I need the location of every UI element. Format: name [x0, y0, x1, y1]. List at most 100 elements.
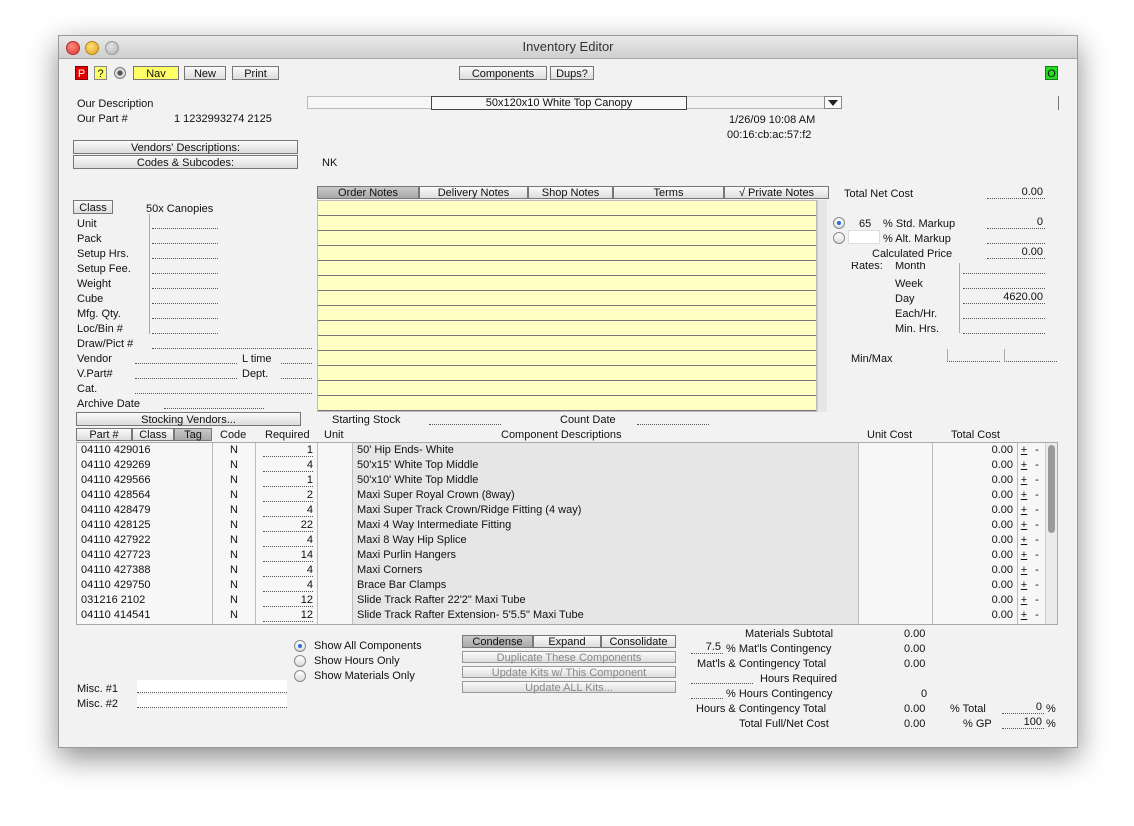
description-cell[interactable]: Brace Bar Clamps [357, 578, 852, 593]
class-button[interactable]: Class [73, 200, 113, 214]
code-cell[interactable]: N [214, 443, 254, 458]
part-number-cell[interactable]: 031216 2102 [81, 593, 206, 608]
table-row[interactable]: 04110 429269 N 4 50'x15' White Top Middle 0.… [77, 458, 1057, 473]
components-button[interactable]: Components [459, 66, 547, 80]
minus-button[interactable]: - [1032, 563, 1042, 578]
table-row[interactable]: 04110 427922 N 4 Maxi 8 Way Hip Splice 0.00 +… [77, 533, 1057, 548]
part-number-cell[interactable]: 04110 427723 [81, 548, 206, 563]
notes-scrollbar[interactable] [817, 200, 827, 412]
description-cell[interactable]: Maxi Super Royal Crown (8way) [357, 488, 852, 503]
code-cell[interactable]: N [214, 458, 254, 473]
nav-button[interactable]: Nav [133, 66, 179, 80]
plus-button[interactable]: + [1019, 578, 1029, 593]
table-row[interactable]: 04110 429016 N 1 50' Hip Ends- White 0.00 + - [77, 443, 1057, 458]
table-row[interactable]: 04110 427723 N 14 Maxi Purlin Hangers 0.00 + - [77, 548, 1057, 563]
code-cell[interactable]: N [214, 473, 254, 488]
table-row[interactable]: 04110 414541 N 12 Slide Track Rafter Extens… [77, 608, 1057, 623]
l-time-field[interactable] [281, 351, 312, 364]
notes-textarea[interactable] [317, 200, 817, 412]
required-cell[interactable]: 2 [263, 489, 313, 502]
description-cell[interactable]: Slide Track Rafter Extension- 5'5.5" Max… [357, 608, 852, 623]
description-cell[interactable]: Maxi Super Track Crown/Ridge Fitting (4 … [357, 503, 852, 518]
minus-button[interactable]: - [1032, 443, 1042, 458]
plus-button[interactable]: + [1019, 488, 1029, 503]
cat-field[interactable] [135, 381, 312, 394]
minus-button[interactable]: - [1032, 473, 1042, 488]
setup-fee-field[interactable] [152, 261, 218, 274]
description-cell[interactable]: 50' Hip Ends- White [357, 443, 852, 458]
plus-button[interactable]: + [1019, 593, 1029, 608]
dept-field[interactable] [281, 366, 312, 379]
tab-shop-notes[interactable]: Shop Notes [528, 186, 613, 199]
misc1-field[interactable] [137, 680, 287, 693]
min-field[interactable] [947, 349, 1000, 362]
tab-order-notes[interactable]: Order Notes [317, 186, 419, 199]
minus-button[interactable]: - [1032, 533, 1042, 548]
stocking-vendors-button[interactable]: Stocking Vendors... [76, 412, 301, 426]
components-table[interactable]: 04110 429016 N 1 50' Hip Ends- White 0.00 + - 0… [76, 442, 1058, 625]
tab-private-notes[interactable]: √ Private Notes [724, 186, 829, 199]
required-cell[interactable]: 4 [263, 579, 313, 592]
plus-button[interactable]: + [1019, 458, 1029, 473]
alt-markup-pct-field[interactable] [848, 230, 880, 244]
alt-markup-radio[interactable] [833, 232, 845, 244]
description-cell[interactable]: Slide Track Rafter 22'2" Maxi Tube [357, 593, 852, 608]
plus-button[interactable]: + [1019, 608, 1029, 623]
table-row[interactable]: 031216 2102 N 12 Slide Track Rafter 22'2" M… [77, 593, 1057, 608]
required-cell[interactable]: 4 [263, 459, 313, 472]
mat-contingency-pct-field[interactable]: 7.5 [691, 641, 723, 654]
month-rate-field[interactable] [963, 261, 1045, 274]
code-cell[interactable]: N [214, 518, 254, 533]
expand-button[interactable]: Expand [533, 635, 601, 648]
p-button[interactable]: P [75, 66, 88, 80]
scrollbar-thumb[interactable] [1048, 445, 1055, 533]
show-all-label[interactable]: Show All Components [314, 639, 422, 653]
part-number-cell[interactable]: 04110 427922 [81, 533, 206, 548]
show-materials-label[interactable]: Show Materials Only [314, 669, 415, 683]
required-cell[interactable]: 4 [263, 504, 313, 517]
pack-field[interactable] [152, 231, 218, 244]
table-scrollbar[interactable] [1045, 443, 1057, 624]
description-dropdown[interactable] [824, 96, 842, 109]
max-field[interactable] [1004, 349, 1057, 362]
description-cell[interactable]: 50'x15' White Top Middle [357, 458, 852, 473]
show-hours-radio[interactable] [294, 655, 306, 667]
code-cell[interactable]: N [214, 608, 254, 623]
min-hrs-field[interactable] [963, 321, 1045, 334]
header-part-button[interactable]: Part # [76, 428, 132, 441]
description-field-left[interactable] [307, 96, 431, 109]
description-cell[interactable]: Maxi 8 Way Hip Splice [357, 533, 852, 548]
table-row[interactable]: 04110 428125 N 22 Maxi 4 Way Intermediate F… [77, 518, 1057, 533]
condense-button[interactable]: Condense [462, 635, 533, 648]
cube-field[interactable] [152, 291, 218, 304]
plus-button[interactable]: + [1019, 563, 1029, 578]
plus-button[interactable]: + [1019, 503, 1029, 518]
mfg-qty-field[interactable] [152, 306, 218, 319]
std-markup-radio[interactable] [833, 217, 845, 229]
help-button[interactable]: ? [94, 66, 107, 80]
duplicate-components-button[interactable]: Duplicate These Components [462, 651, 676, 664]
part-number-cell[interactable]: 04110 429566 [81, 473, 206, 488]
minus-button[interactable]: - [1032, 458, 1042, 473]
required-cell[interactable]: 4 [263, 534, 313, 547]
loc-bin-field[interactable] [152, 321, 218, 334]
minus-button[interactable]: - [1032, 548, 1042, 563]
required-cell[interactable]: 14 [263, 549, 313, 562]
table-row[interactable]: 04110 427388 N 4 Maxi Corners 0.00 + - [77, 563, 1057, 578]
consolidate-button[interactable]: Consolidate [601, 635, 676, 648]
tab-terms[interactable]: Terms [613, 186, 724, 199]
v-part-field[interactable] [135, 366, 237, 379]
part-number-cell[interactable]: 04110 427388 [81, 563, 206, 578]
update-all-kits-button[interactable]: Update ALL Kits... [462, 681, 676, 694]
required-cell[interactable]: 4 [263, 564, 313, 577]
std-markup-pct[interactable]: 65 [859, 217, 871, 231]
plus-button[interactable]: + [1019, 473, 1029, 488]
tab-delivery-notes[interactable]: Delivery Notes [419, 186, 528, 199]
week-rate-field[interactable] [963, 276, 1045, 289]
day-rate-field[interactable]: 4620.00 [963, 291, 1045, 304]
code-cell[interactable]: N [214, 563, 254, 578]
part-number-cell[interactable]: 04110 429750 [81, 578, 206, 593]
table-row[interactable]: 04110 429750 N 4 Brace Bar Clamps 0.00 + - [77, 578, 1057, 593]
vendor-field[interactable] [135, 351, 237, 364]
code-cell[interactable]: N [214, 503, 254, 518]
